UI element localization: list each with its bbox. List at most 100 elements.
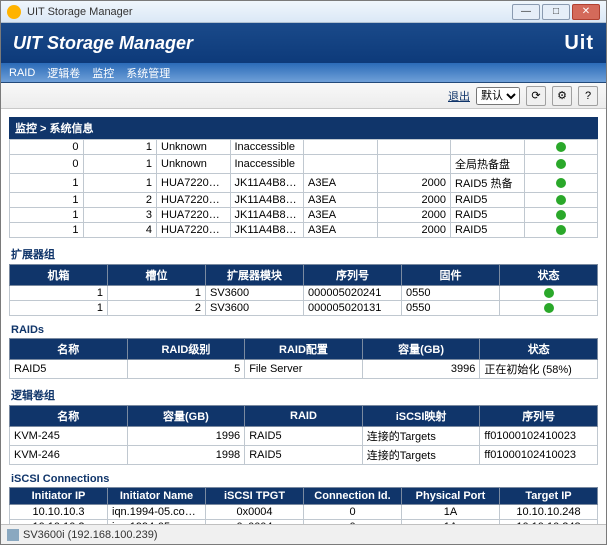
cell: 10.10.10.3 [10, 505, 108, 520]
refresh-button[interactable]: ⟳ [526, 86, 546, 106]
column-header[interactable]: 扩展器模块 [206, 265, 304, 286]
cell: 2 [108, 301, 206, 316]
column-header[interactable]: 槽位 [108, 265, 206, 286]
status-ok-icon [556, 195, 566, 205]
brand-bar: UIT Storage Manager Uit [1, 23, 606, 63]
cell: 1 [83, 174, 157, 193]
table-row[interactable]: 12SV36000000050201310550 [10, 301, 598, 316]
cell: 1 [83, 140, 157, 155]
column-header[interactable]: iSCSI TPGT [206, 488, 304, 505]
cell: 000005020241 [304, 286, 402, 301]
cell: HUA722020ALA330 [157, 193, 231, 208]
cell: KVM-245 [10, 427, 128, 446]
cell: 1 [10, 174, 84, 193]
table-row[interactable]: 13HUA722020ALA330JK11A4B8KS8GA3EA2000RAI… [10, 208, 598, 223]
help-button[interactable]: ? [578, 86, 598, 106]
brand-title: UIT Storage Manager [13, 33, 193, 54]
column-header[interactable]: iSCSI映射 [362, 406, 480, 427]
column-header[interactable]: 状态 [500, 265, 598, 286]
table-row[interactable]: 01UnknownInaccessible全局热备盘 [10, 155, 598, 174]
menu-volume[interactable]: 逻辑卷 [47, 65, 80, 81]
cell: 3996 [362, 360, 480, 379]
status-text: SV3600i (192.168.100.239) [23, 529, 158, 541]
breadcrumb: 监控 > 系统信息 [9, 117, 598, 139]
cell: Unknown [157, 155, 231, 174]
table-row[interactable]: 14HUA722020ALA330JK11A4B8KRM3A3EA2000RAI… [10, 223, 598, 238]
brand-logo: Uit [564, 32, 594, 55]
status-ok-icon [556, 225, 566, 235]
cell: SV3600 [206, 301, 304, 316]
app-window: UIT Storage Manager — □ ✕ UIT Storage Ma… [0, 0, 607, 545]
cell: A3EA [304, 208, 378, 223]
cell: 1 [10, 301, 108, 316]
minimize-button[interactable]: — [512, 4, 540, 20]
column-header[interactable]: Target IP [500, 488, 598, 505]
status-icon [7, 529, 19, 541]
cell [500, 301, 598, 316]
column-header[interactable]: 名称 [10, 406, 128, 427]
cell: 全局热备盘 [451, 155, 525, 174]
status-ok-icon [544, 288, 554, 298]
column-header[interactable]: 容量(GB) [127, 406, 245, 427]
settings-button[interactable]: ⚙ [552, 86, 572, 106]
cell: JK11A4B8KRM3 [230, 193, 304, 208]
expanders-table: 机箱槽位扩展器模块序列号固件状态11SV36000000050202410550… [9, 264, 598, 316]
column-header[interactable]: 状态 [480, 339, 598, 360]
iscsi-title: iSCSI Connections [9, 469, 598, 487]
column-header[interactable]: Physical Port [402, 488, 500, 505]
cell: 1998 [127, 446, 245, 465]
cell: 2000 [377, 223, 451, 238]
cell: 0550 [402, 301, 500, 316]
table-row[interactable]: RAID55File Server3996正在初始化 (58%) [10, 360, 598, 379]
cell: 3 [83, 208, 157, 223]
maximize-button[interactable]: □ [542, 4, 570, 20]
cell: 1 [108, 286, 206, 301]
column-header[interactable]: RAID级别 [127, 339, 245, 360]
cell: 000005020131 [304, 301, 402, 316]
cell: 10.10.10.248 [500, 505, 598, 520]
menu-system[interactable]: 系统管理 [126, 65, 170, 81]
cell: RAID5 [451, 193, 525, 208]
column-header[interactable]: Initiator Name [108, 488, 206, 505]
cell: 1996 [127, 427, 245, 446]
status-ok-icon [544, 303, 554, 313]
cell: 1 [83, 155, 157, 174]
menu-monitor[interactable]: 监控 [92, 65, 114, 81]
table-row[interactable]: 11SV36000000050202410550 [10, 286, 598, 301]
column-header[interactable]: 固件 [402, 265, 500, 286]
status-ok-icon [556, 210, 566, 220]
cell: RAID5 [245, 446, 363, 465]
column-header[interactable]: 机箱 [10, 265, 108, 286]
column-header[interactable]: RAID [245, 406, 363, 427]
cell: ff01000102410023 [480, 427, 598, 446]
column-header[interactable]: 名称 [10, 339, 128, 360]
column-header[interactable]: RAID配置 [245, 339, 363, 360]
table-row[interactable]: 12HUA722020ALA330JK11A4B8KRM3A3EA2000RAI… [10, 193, 598, 208]
table-row[interactable]: 01UnknownInaccessible [10, 140, 598, 155]
column-header[interactable]: 序列号 [480, 406, 598, 427]
exit-link[interactable]: 退出 [448, 88, 470, 104]
cell [524, 155, 598, 174]
column-header[interactable]: Initiator IP [10, 488, 108, 505]
close-button[interactable]: ✕ [572, 4, 600, 20]
cell: RAID5 [451, 208, 525, 223]
menu-raid[interactable]: RAID [9, 67, 35, 79]
table-row[interactable]: 10.10.10.3iqn.1994-05.com.redhat:f2f869f… [10, 505, 598, 520]
view-select[interactable]: 默认 [476, 87, 520, 105]
cell: 4 [83, 223, 157, 238]
toolbar: 退出 默认 ⟳ ⚙ ? [1, 83, 606, 109]
cell: 2000 [377, 193, 451, 208]
table-row[interactable]: KVM-2451996RAID5连接的Targetsff010001024100… [10, 427, 598, 446]
cell: HUA722020ALA330 [157, 223, 231, 238]
titlebar[interactable]: UIT Storage Manager — □ ✕ [1, 1, 606, 23]
column-header[interactable]: Connection Id. [304, 488, 402, 505]
cell: Inaccessible [230, 155, 304, 174]
table-row[interactable]: 11HUA722020ALA330JK11A4B8KRT26A3EA2000RA… [10, 174, 598, 193]
cell: A3EA [304, 193, 378, 208]
column-header[interactable]: 容量(GB) [362, 339, 480, 360]
table-row[interactable]: KVM-2461998RAID5连接的Targetsff010001024100… [10, 446, 598, 465]
cell: Inaccessible [230, 140, 304, 155]
iscsi-table: Initiator IPInitiator NameiSCSI TPGTConn… [9, 487, 598, 524]
column-header[interactable]: 序列号 [304, 265, 402, 286]
cell: RAID5 热备 [451, 174, 525, 193]
